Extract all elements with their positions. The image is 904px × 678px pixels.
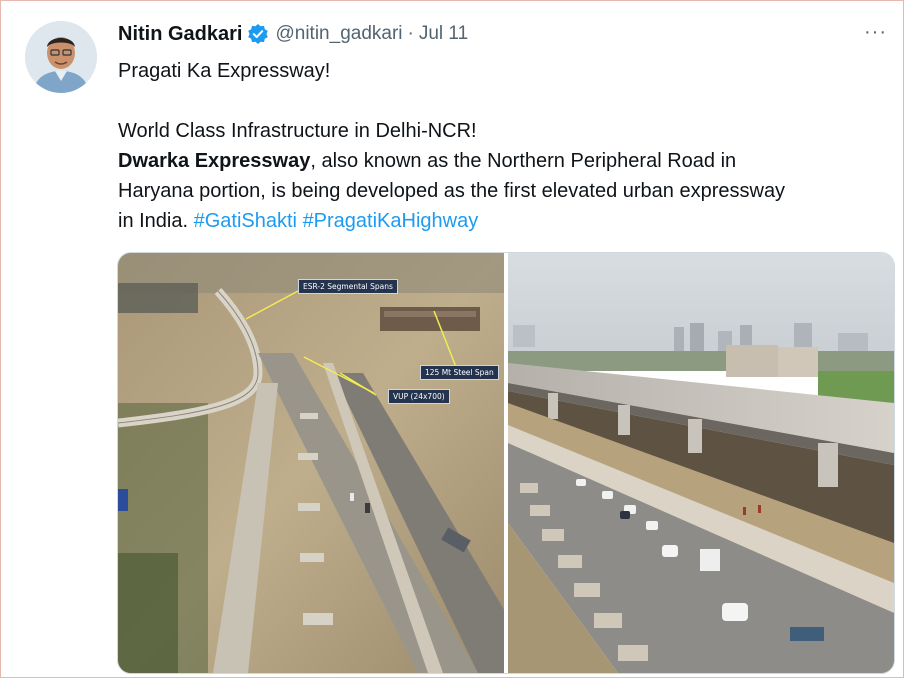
annotation-label: ESR-2 Segmental Spans: [298, 279, 398, 294]
tweet-media[interactable]: ESR-2 Segmental Spans 125 Mt Steel Span …: [117, 252, 895, 674]
author-avatar[interactable]: [25, 21, 97, 93]
body-text-3: in India.: [118, 210, 194, 232]
bold-term: Dwarka Expressway: [118, 150, 311, 172]
annotation-label: 125 Mt Steel Span: [420, 365, 499, 380]
avatar-portrait: [25, 21, 97, 93]
tweet-header: Nitin Gadkari @nitin_gadkari · Jul 11: [118, 20, 468, 48]
tweet-line-1: Pragati Ka Expressway!: [118, 60, 331, 82]
hashtag-link[interactable]: #GatiShakti: [194, 210, 297, 232]
media-photos: [118, 253, 894, 673]
author-handle[interactable]: @nitin_gadkari: [275, 23, 402, 45]
header-separator: ·: [407, 23, 414, 44]
tweet-text: Pragati Ka Expressway! World Class Infra…: [118, 56, 898, 236]
verified-badge-icon: [247, 23, 269, 45]
photo-elevated-expressway: [508, 253, 894, 673]
tweet-line-5: in India. #GatiShakti #PragatiKaHighway: [118, 206, 898, 236]
tweet-line-3: Dwarka Expressway, also known as the Nor…: [118, 146, 898, 176]
photo-aerial-construction: [118, 253, 506, 673]
hashtag-link[interactable]: #PragatiKaHighway: [303, 210, 479, 232]
author-name[interactable]: Nitin Gadkari: [118, 23, 242, 46]
tweet-line-4: Haryana portion, is being developed as t…: [118, 180, 786, 202]
body-text-1: , also known as the Northern Peripheral …: [310, 150, 737, 172]
annotation-label: VUP (24x700): [388, 389, 450, 404]
tweet-date[interactable]: Jul 11: [419, 23, 468, 45]
tweet-line-2: World Class Infrastructure in Delhi-NCR!: [118, 120, 477, 142]
more-options-icon[interactable]: ···: [864, 22, 894, 46]
